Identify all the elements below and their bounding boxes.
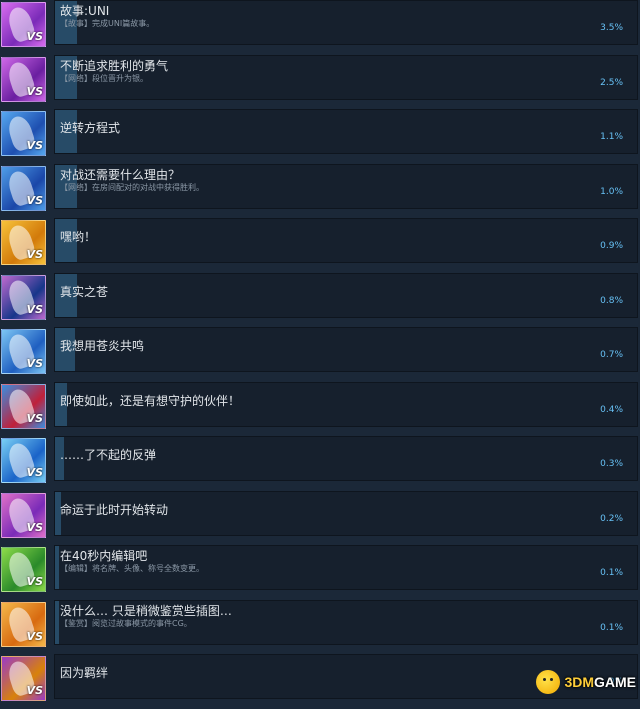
uni-character-icon: VS [1, 2, 46, 47]
achievement-row[interactable]: VS 故事:UNI 【故事】完成UNI篇故事。 3.5% [0, 0, 640, 55]
versus-character-icon: VS [1, 492, 46, 538]
unlock-percentage: 0.1% [600, 568, 623, 578]
achievement-panel: 嘿哟！ 0.9% [54, 218, 638, 263]
achievement-name: 因为羁绊 [60, 666, 109, 680]
achievement-description: 【网络】段位晋升为银。 [60, 73, 148, 83]
unlock-percentage: 0.8% [600, 295, 623, 306]
vs-badge: VS [26, 411, 43, 425]
achievement-name: 故事:UNI [60, 4, 110, 18]
achievement-name: 在40秒内编辑吧 [60, 549, 148, 563]
achievement-name: ……了不起的反弹 [60, 448, 157, 462]
fighter-character-icon: VS [1, 56, 46, 102]
achievement-name: 没什么… 只是稍微鉴赏些插图… [60, 603, 232, 618]
vs-badge: VS [26, 84, 43, 98]
versus-character-icon: VS [1, 656, 46, 701]
cg-character-icon: VS [1, 438, 46, 483]
vs-badge: VS [26, 466, 43, 479]
vs-badge: VS [26, 357, 43, 370]
achievement-panel: 真实之苍 0.8% [54, 272, 638, 318]
versus-character-icon: VS [1, 111, 46, 156]
vs-badge: VS [26, 193, 43, 207]
vs-badge: VS [26, 248, 43, 261]
unlock-percentage: 0.9% [600, 241, 623, 251]
vs-badge: VS [26, 30, 43, 43]
achievement-description: 【鉴赏】阅览过故事模式的事件CG。 [60, 618, 192, 628]
cg-character-icon: VS [1, 601, 46, 647]
unlock-percentage: 1.1% [600, 132, 623, 142]
achievement-row[interactable]: VS ……了不起的反弹 0.3% [0, 436, 640, 491]
versus-character-icon: VS [1, 329, 46, 374]
vs-badge: VS [26, 139, 43, 152]
crystal-character-icon: VS [1, 274, 46, 320]
versus-character-icon: VS [1, 383, 46, 429]
achievement-panel: 对战还需要什么理由？ 【网络】在房间配对的对战中获得胜利。 1.0% [54, 163, 638, 209]
unlock-percentage: 3.5% [600, 23, 623, 33]
versus-character-icon: VS [1, 220, 46, 265]
achievement-name: 对战还需要什么理由？ [60, 167, 181, 182]
achievement-row[interactable]: VS 命运于此时开始转动 0.2% [0, 490, 640, 546]
vs-badge: VS [26, 575, 43, 588]
achievement-panel: 故事:UNI 【故事】完成UNI篇故事。 3.5% [54, 0, 638, 45]
watermark-logo-icon [536, 670, 561, 694]
achievement-list: VS 故事:UNI 【故事】完成UNI篇故事。 3.5% VS 不断追求胜利的勇气 【网络】… [0, 0, 640, 709]
progress-fill [55, 546, 59, 589]
progress-fill [55, 600, 59, 644]
achievement-description: 【编辑】将名牌、头像、称号全数变更。 [60, 564, 204, 573]
achievement-name: 我想用苍炎共鸣 [60, 339, 145, 353]
vs-badge: VS [26, 520, 43, 534]
achievement-row[interactable]: VS 逆转方程式 1.1% [0, 109, 640, 164]
achievement-row[interactable]: VS 不断追求胜利的勇气 【网络】段位晋升为银。 2.5% [0, 54, 640, 110]
achievement-panel: 没什么… 只是稍微鉴赏些插图… 【鉴赏】阅览过故事模式的事件CG。 0.1% [54, 599, 638, 645]
unlock-percentage: 0.1% [600, 622, 623, 633]
achievement-name: 嘿哟！ [60, 230, 97, 244]
achievement-name: 逆转方程式 [60, 121, 121, 135]
achievement-row[interactable]: VS 在40秒内编辑吧 【编辑】将名牌、头像、称号全数变更。 0.1% [0, 545, 640, 600]
achievement-name: 真实之苍 [60, 284, 109, 299]
achievement-panel: 我想用苍炎共鸣 0.7% [54, 327, 638, 372]
achievement-panel: 命运于此时开始转动 0.2% [54, 490, 638, 536]
unlock-percentage: 0.2% [600, 513, 623, 524]
achievement-row[interactable]: VS 真实之苍 0.8% [0, 272, 640, 328]
watermark: 3DMGAME [536, 669, 636, 695]
unlock-percentage: 1.0% [600, 186, 623, 197]
watermark-text: 3DMGAME [564, 674, 636, 690]
achievement-panel: 逆转方程式 1.1% [54, 109, 638, 154]
achievement-row[interactable]: VS 即使如此，还是有想守护的伙伴！ 0.4% [0, 381, 640, 437]
achievement-name: 即使如此，还是有想守护的伙伴！ [60, 393, 241, 408]
versus-character-icon: VS [1, 165, 46, 211]
achievement-row[interactable]: VS 对战还需要什么理由？ 【网络】在房间配对的对战中获得胜利。 1.0% [0, 163, 640, 219]
vs-badge: VS [26, 684, 43, 697]
achievement-name: 命运于此时开始转动 [60, 502, 169, 517]
achievement-description: 【网络】在房间配对的对战中获得胜利。 [60, 182, 204, 192]
edit-character-icon: VS [1, 547, 46, 592]
achievement-description: 【故事】完成UNI篇故事。 [60, 19, 155, 28]
vs-badge: VS [26, 302, 43, 316]
achievement-row[interactable]: VS 没什么… 只是稍微鉴赏些插图… 【鉴赏】阅览过故事模式的事件CG。 0.1% [0, 599, 640, 655]
achievement-panel: 即使如此，还是有想守护的伙伴！ 0.4% [54, 381, 638, 427]
unlock-percentage: 0.7% [600, 350, 623, 360]
unlock-percentage: 0.3% [600, 459, 623, 469]
achievement-panel: 在40秒内编辑吧 【编辑】将名牌、头像、称号全数变更。 0.1% [54, 545, 638, 590]
achievement-panel: 不断追求胜利的勇气 【网络】段位晋升为银。 2.5% [54, 54, 638, 100]
achievement-row[interactable]: VS 我想用苍炎共鸣 0.7% [0, 327, 640, 382]
unlock-percentage: 0.4% [600, 404, 623, 415]
vs-badge: VS [26, 629, 43, 643]
unlock-percentage: 2.5% [600, 77, 623, 88]
achievement-row[interactable]: VS 嘿哟！ 0.9% [0, 218, 640, 273]
achievement-panel: ……了不起的反弹 0.3% [54, 436, 638, 481]
achievement-name: 不断追求胜利的勇气 [60, 58, 169, 73]
